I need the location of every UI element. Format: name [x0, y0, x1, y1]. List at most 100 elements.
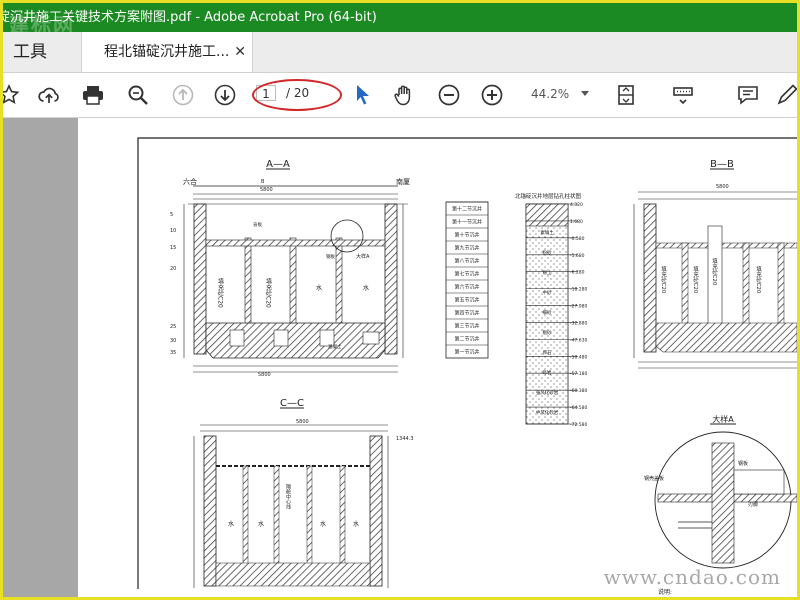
section-row-label: 第三节沉井 [454, 323, 479, 330]
star-icon[interactable] [3, 81, 23, 109]
bore-depth-label: -72.580 [570, 422, 588, 428]
section-cc: C—C 5800 1344.3 水 水 隔舱中心线 水 水 [193, 398, 414, 588]
notes-label: 说明: [658, 588, 672, 596]
svg-text:隔舱中心线: 隔舱中心线 [285, 483, 291, 509]
aa-label: 钢板 [326, 253, 335, 260]
detail-callout-circle [330, 219, 364, 253]
aa-cell-text-water: 水 [316, 284, 322, 292]
bore-depth-label: -32.880 [570, 320, 588, 326]
bore-layer-label: 粉砂 [543, 249, 552, 256]
bore-depth-label: 4.320 [570, 202, 583, 208]
svg-text:25: 25 [170, 324, 176, 330]
section-row-label: 第八节沉井 [454, 258, 479, 265]
cc-elev: 1344.3 [396, 436, 414, 442]
tab-document[interactable]: 程北锚碇沉井施工... ✕ [81, 32, 253, 72]
aa-cell-text: 填充砼C20 [217, 277, 224, 308]
detail-callout-label: 大样A [356, 253, 370, 260]
bore-depth-label: -27.980 [570, 304, 588, 310]
aa-label: 盲板 [253, 221, 262, 228]
svg-text:水: 水 [258, 520, 264, 528]
bore-layer-label: 粗砂 [543, 329, 552, 336]
section-bb: B—B 5800 填充砼C20 填充砼C20 填充砼C20 填充砼C20 [633, 159, 797, 369]
scroll-mode-icon[interactable] [669, 81, 697, 109]
bore-depth-label: -50.480 [570, 354, 588, 360]
toolbar: 1 / 20 44.2% [3, 73, 797, 118]
select-pointer-icon[interactable] [349, 81, 377, 109]
bore-layer-label: 卵石 [543, 349, 552, 356]
section-aa-label-right: 南厦 [396, 177, 410, 186]
section-row-label: 第一节沉井 [454, 349, 479, 356]
svg-text:5800: 5800 [716, 184, 729, 190]
zoom-out-icon[interactable] [435, 81, 463, 109]
acrobat-window: 碇沉井施工关键技术方案附图.pdf - Adobe Acrobat Pro (6… [0, 0, 800, 600]
svg-text:30: 30 [170, 338, 176, 344]
svg-text:填充砼C20: 填充砼C20 [711, 257, 718, 286]
sections-table: 第十二节沉井第十一节沉井第十节沉井第九节沉井第八节沉井第七节沉井第六节沉井第五节… [445, 201, 489, 359]
hand-icon[interactable] [390, 81, 418, 109]
bore-layer-label: 中砂 [543, 289, 552, 296]
chevron-down-icon [581, 91, 589, 96]
section-aa: A—A 六合 南厦 B 5800 填充砼C20 填充砼C20 水 水 盲板 钢板… [170, 159, 410, 378]
engineering-drawing: A—A 六合 南厦 B 5800 填充砼C20 填充砼C20 水 水 盲板 钢板… [137, 137, 797, 596]
bore-layer-label: 粉土 [543, 269, 552, 276]
bore-depth-label: -60.380 [570, 388, 588, 394]
bore-title: 北锚碇沉井地层钻孔柱状图 [515, 192, 582, 200]
aa-cell-text-water: 水 [363, 284, 369, 292]
watermark-logo: 建标网 [9, 13, 75, 32]
tab-tools[interactable]: 工具 [3, 32, 81, 72]
svg-text:水: 水 [320, 520, 326, 528]
bore-layer-label: 素填土 [540, 229, 554, 236]
close-icon[interactable]: ✕ [234, 32, 246, 72]
upload-icon[interactable] [35, 81, 63, 109]
print-icon[interactable] [79, 81, 107, 109]
svg-text:钢板: 钢板 [738, 460, 748, 467]
section-row-label: 第二节沉井 [454, 336, 479, 343]
pdf-page: A—A 六合 南厦 B 5800 填充砼C20 填充砼C20 水 水 盲板 钢板… [78, 118, 797, 597]
bore-depth-label: 1.680 [570, 219, 583, 225]
svg-text:水: 水 [353, 520, 359, 528]
site-watermark: www.cndao.com [603, 565, 781, 589]
page-fit-icon[interactable] [613, 81, 641, 109]
section-row-label: 第十二节沉井 [452, 206, 482, 213]
aa-label: 混凝土 [328, 343, 342, 350]
bore-column: 北锚碇沉井地层钻孔柱状图 4.320 1.680 -0.580 -5.680 -6.28… [515, 192, 588, 428]
tab-document-label: 程北锚碇沉井施工... [104, 44, 230, 60]
section-aa-label-left: 六合 [183, 177, 197, 186]
bore-layer-label: 细砂 [543, 309, 552, 316]
bore-depth-label: -0.580 [570, 236, 585, 242]
svg-text:5800: 5800 [296, 419, 309, 425]
dim-total-aa: 5800 [260, 187, 273, 193]
search-zoom-icon[interactable] [124, 81, 152, 109]
section-row-label: 第九节沉井 [454, 245, 479, 252]
svg-text:刃脚: 刃脚 [748, 501, 758, 508]
aa-cell-text: 填充砼C20 [265, 277, 272, 308]
section-row-label: 第十节沉井 [454, 232, 479, 239]
tab-bar: 工具 程北锚碇沉井施工... ✕ [3, 32, 797, 73]
zoom-value: 44.2% [531, 87, 570, 101]
svg-text:35: 35 [170, 350, 176, 356]
zoom-in-icon[interactable] [478, 81, 506, 109]
section-aa-title: A—A [266, 159, 290, 170]
prev-page-icon[interactable] [169, 81, 197, 109]
next-page-icon[interactable] [211, 81, 239, 109]
svg-text:填充砼C20: 填充砼C20 [692, 265, 699, 294]
bore-layer-label: 中风化砂岩 [536, 409, 559, 416]
bore-layer-label: 强风化砂岩 [536, 389, 559, 396]
svg-text:10: 10 [170, 228, 176, 234]
section-cc-title: C—C [280, 398, 304, 409]
comment-icon[interactable] [734, 81, 762, 109]
zoom-dropdown[interactable]: 44.2% [523, 85, 597, 105]
bore-depth-label: -47.630 [570, 337, 588, 343]
bore-depth-label: -5.680 [570, 253, 585, 259]
title-bar: 碇沉井施工关键技术方案附图.pdf - Adobe Acrobat Pro (6… [3, 3, 797, 32]
pen-icon[interactable] [773, 81, 797, 109]
bore-depth-label: -64.580 [570, 405, 588, 411]
svg-text:填充砼C20: 填充砼C20 [755, 265, 762, 294]
section-row-label: 第五节沉井 [454, 297, 479, 304]
svg-text:20: 20 [170, 266, 176, 272]
section-row-label: 第六节沉井 [454, 284, 479, 291]
document-viewer[interactable]: A—A 六合 南厦 B 5800 填充砼C20 填充砼C20 水 水 盲板 钢板… [3, 118, 797, 597]
dim-b-top: B [261, 179, 265, 185]
bore-depth-label: -57.180 [570, 371, 588, 377]
bore-depth-label: -6.280 [570, 270, 585, 276]
